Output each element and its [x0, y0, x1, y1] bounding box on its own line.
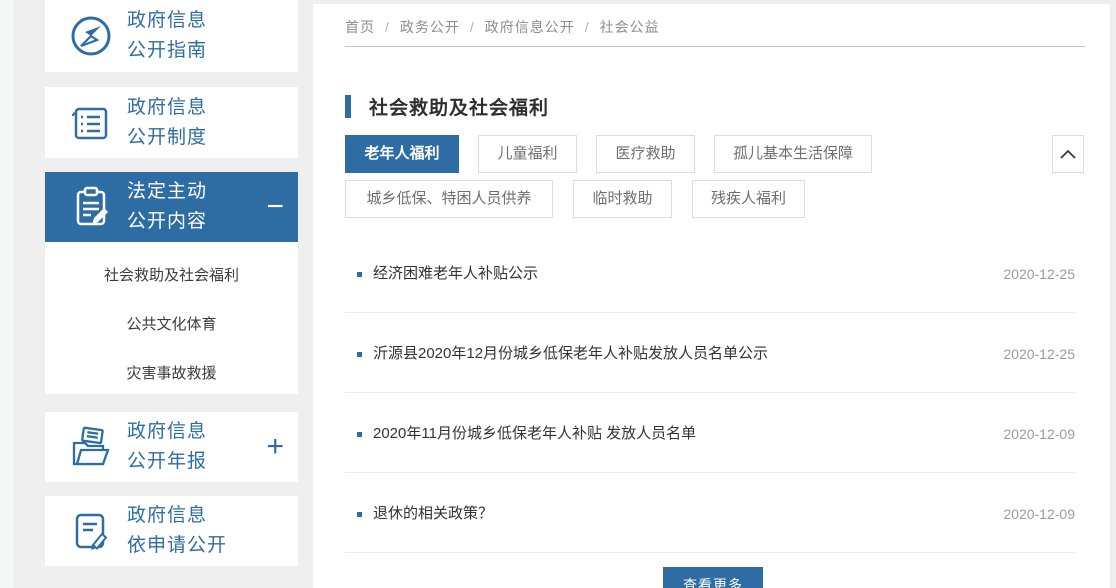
- sidebar-item-label: 政府信息 依申请公开: [127, 501, 227, 561]
- bullet-icon: [357, 432, 362, 437]
- compass-icon: [67, 12, 115, 60]
- submenu-item-public-culture-sports[interactable]: 公共文化体育: [45, 300, 298, 349]
- page-title: 社会救助及社会福利: [369, 93, 549, 120]
- submenu-item-disaster-rescue[interactable]: 灾害事故救援: [45, 349, 298, 398]
- breadcrumb-home[interactable]: 首页: [345, 19, 375, 35]
- breadcrumb-current: 社会公益: [600, 19, 660, 35]
- bullet-icon: [357, 512, 362, 517]
- breadcrumb-separator: /: [585, 19, 590, 35]
- sidebar-item-label: 政府信息 公开年报: [127, 417, 207, 477]
- list-item: 经济困难老年人补贴公示 2020-12-25: [345, 260, 1078, 288]
- sidebar-item-label: 政府信息 公开指南: [127, 6, 207, 66]
- sidebar-item-statutory-disclosure[interactable]: 法定主动 公开内容 −: [45, 172, 298, 242]
- breadcrumb: 首页 / 政务公开 / 政府信息公开 / 社会公益: [345, 17, 660, 37]
- sidebar-submenu: 社会救助及社会福利 公共文化体育 灾害事故救援: [45, 242, 298, 394]
- tab-subsistence-allowance[interactable]: 城乡低保、特困人员供养: [345, 180, 553, 218]
- document-pen-icon: [67, 507, 115, 555]
- list-item: 退休的相关政策？ 2020-12-09: [345, 500, 1078, 528]
- sidebar-item-annual-report[interactable]: 政府信息 公开年报 +: [45, 412, 298, 482]
- news-link[interactable]: 沂源县2020年12月份城乡低保老年人补贴发放人员名单公示: [373, 340, 768, 368]
- bullet-icon: [357, 272, 362, 277]
- news-date: 2020-12-09: [1003, 500, 1075, 528]
- notebook-icon: [67, 99, 115, 147]
- breadcrumb-gov-affairs[interactable]: 政务公开: [400, 19, 460, 35]
- tab-orphan-basic-life[interactable]: 孤儿基本生活保障: [714, 135, 872, 173]
- clipboard-pen-icon: [67, 183, 115, 231]
- expand-toggle[interactable]: +: [266, 432, 284, 462]
- list-item: 沂源县2020年12月份城乡低保老年人补贴发放人员名单公示 2020-12-25: [345, 340, 1078, 368]
- sidebar-item-label: 法定主动 公开内容: [127, 177, 207, 237]
- tab-elderly-welfare[interactable]: 老年人福利: [345, 135, 459, 173]
- breadcrumb-divider: [345, 46, 1085, 47]
- news-date: 2020-12-25: [1003, 260, 1075, 288]
- sidebar-item-disclosure-on-request[interactable]: 政府信息 依申请公开: [45, 496, 298, 566]
- news-link[interactable]: 退休的相关政策？: [373, 500, 493, 528]
- list-divider: [345, 552, 1075, 553]
- news-link[interactable]: 经济困难老年人补贴公示: [373, 260, 538, 288]
- collapse-toggle[interactable]: −: [266, 192, 284, 222]
- breadcrumb-separator: /: [385, 19, 390, 35]
- submenu-item-social-assistance[interactable]: 社会救助及社会福利: [45, 251, 298, 300]
- list-divider: [345, 472, 1075, 473]
- tab-disabled-welfare[interactable]: 残疾人福利: [692, 180, 805, 218]
- breadcrumb-separator: /: [470, 19, 475, 35]
- page-left-gutter: [0, 0, 14, 588]
- view-more-button[interactable]: 查看更多: [663, 567, 763, 588]
- title-marker: [345, 95, 351, 118]
- tabs-collapse-button[interactable]: [1052, 135, 1084, 173]
- news-date: 2020-12-25: [1003, 340, 1075, 368]
- news-link[interactable]: 2020年11月份城乡低保老年人补贴 发放人员名单: [373, 420, 696, 448]
- list-item: 2020年11月份城乡低保老年人补贴 发放人员名单 2020-12-09: [345, 420, 1078, 448]
- list-divider: [345, 312, 1075, 313]
- news-date: 2020-12-09: [1003, 420, 1075, 448]
- list-divider: [345, 392, 1075, 393]
- bullet-icon: [357, 352, 362, 357]
- tab-child-welfare[interactable]: 儿童福利: [478, 135, 577, 173]
- sidebar-item-label: 政府信息 公开制度: [127, 93, 207, 153]
- tab-medical-assistance[interactable]: 医疗救助: [596, 135, 695, 173]
- chevron-up-icon: [1059, 148, 1077, 160]
- tab-temporary-assistance[interactable]: 临时救助: [573, 180, 672, 218]
- section-header: 社会救助及社会福利: [345, 93, 549, 120]
- main-panel: 首页 / 政务公开 / 政府信息公开 / 社会公益 社会救助及社会福利 老年人福利 儿童福利…: [313, 4, 1110, 588]
- folder-icon: [67, 423, 115, 471]
- sidebar-item-disclosure-guide[interactable]: 政府信息 公开指南: [45, 0, 298, 72]
- sidebar-item-disclosure-system[interactable]: 政府信息 公开制度: [45, 87, 298, 158]
- breadcrumb-gov-info[interactable]: 政府信息公开: [485, 19, 575, 35]
